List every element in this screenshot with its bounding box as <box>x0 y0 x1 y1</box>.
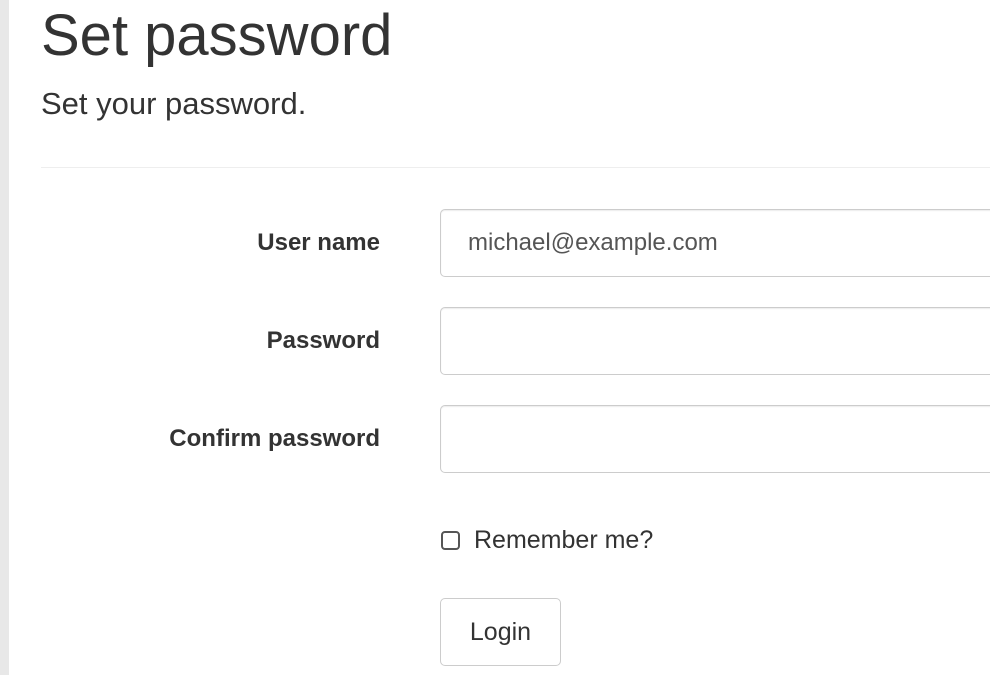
page-title: Set password <box>41 3 393 68</box>
main-content: Set password Set your password. User nam… <box>41 0 990 675</box>
remember-me-row: Remember me? <box>441 520 653 560</box>
user-name-input[interactable] <box>440 209 990 277</box>
password-label: Password <box>266 327 380 354</box>
password-row: Password <box>41 307 990 375</box>
page-subtitle: Set your password. <box>41 86 307 121</box>
user-name-row: User name <box>41 209 990 277</box>
login-button[interactable]: Login <box>440 598 561 666</box>
user-name-label: User name <box>257 229 380 256</box>
remember-me-checkbox[interactable] <box>441 530 460 550</box>
password-input[interactable] <box>440 307 990 375</box>
remember-me-label[interactable]: Remember me? <box>474 526 653 555</box>
confirm-password-label: Confirm password <box>169 425 380 452</box>
confirm-password-row: Confirm password <box>41 405 990 473</box>
confirm-password-input[interactable] <box>440 405 990 473</box>
section-divider <box>41 167 990 168</box>
left-border-rule <box>0 0 9 675</box>
set-password-page: Set password Set your password. User nam… <box>0 0 990 675</box>
